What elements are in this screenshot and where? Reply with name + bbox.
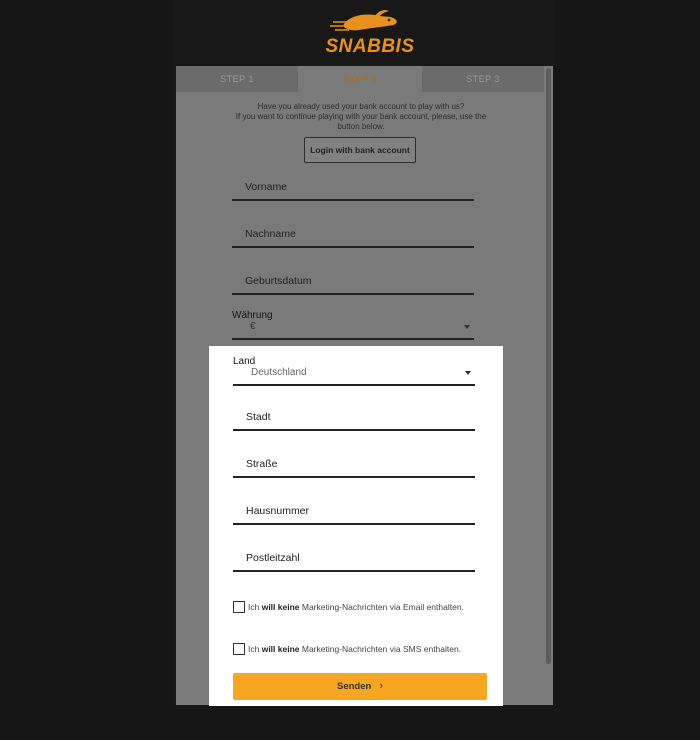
email-opt-out-label[interactable]: Ich will keine Marketing-Nachrichten via… <box>248 601 464 613</box>
sms-opt-out-row: Ich will keine Marketing-Nachrichten via… <box>233 643 493 657</box>
bank-account-intro: Have you already used your bank account … <box>235 102 487 131</box>
first-name-field[interactable]: Vorname <box>232 171 474 201</box>
birthdate-label: Geburtsdatum <box>245 275 312 287</box>
street-label: Straße <box>246 458 278 470</box>
login-bank-account-button[interactable]: Login with bank account <box>304 137 416 163</box>
country-value: Deutschland <box>251 367 307 378</box>
house-number-field[interactable]: Hausnummer <box>233 495 475 525</box>
birthdate-field[interactable]: Geburtsdatum <box>232 265 474 295</box>
last-name-field[interactable]: Nachname <box>232 218 474 248</box>
sms-opt-out-label[interactable]: Ich will keine Marketing-Nachrichten via… <box>248 643 461 655</box>
email-opt-out-row: Ich will keine Marketing-Nachrichten via… <box>233 601 493 615</box>
currency-value: € <box>250 321 256 332</box>
country-select[interactable]: Land Deutschland <box>233 356 475 386</box>
logo-wordmark: SNABBIS <box>325 36 415 57</box>
postal-code-field[interactable]: Postleitzahl <box>233 542 475 572</box>
scrollbar[interactable] <box>546 68 551 664</box>
postal-code-label: Postleitzahl <box>246 552 300 564</box>
first-name-label: Vorname <box>245 181 288 193</box>
dropdown-arrow-icon <box>464 325 470 329</box>
step-tabs: STEP 1 STEP 2 STEP 3 <box>176 66 544 92</box>
dropdown-arrow-icon <box>465 371 471 375</box>
city-label: Stadt <box>246 411 271 423</box>
house-number-label: Hausnummer <box>246 505 310 517</box>
tab-step-1[interactable]: STEP 1 <box>176 66 298 92</box>
submit-button[interactable]: Senden › <box>233 673 487 700</box>
last-name-label: Nachname <box>245 228 296 240</box>
email-opt-out-checkbox[interactable] <box>233 601 245 613</box>
city-field[interactable]: Stadt <box>233 401 475 431</box>
tab-step-3[interactable]: STEP 3 <box>422 66 544 92</box>
chevron-right-icon: › <box>379 680 383 692</box>
snabbis-logo[interactable]: SNABBIS <box>325 8 415 60</box>
street-field[interactable]: Straße <box>233 448 475 478</box>
tab-step-2[interactable]: STEP 2 <box>298 66 422 92</box>
currency-select[interactable]: Währung € <box>232 310 474 340</box>
submit-label: Senden <box>337 681 372 692</box>
hare-logo-icon <box>330 10 397 31</box>
sms-opt-out-checkbox[interactable] <box>233 643 245 655</box>
header: SNABBIS <box>175 0 554 65</box>
address-form-overlay: Land Deutschland Stadt Straße Hausnummer… <box>209 346 503 706</box>
country-label: Land <box>233 356 256 367</box>
currency-label: Währung <box>232 310 273 321</box>
